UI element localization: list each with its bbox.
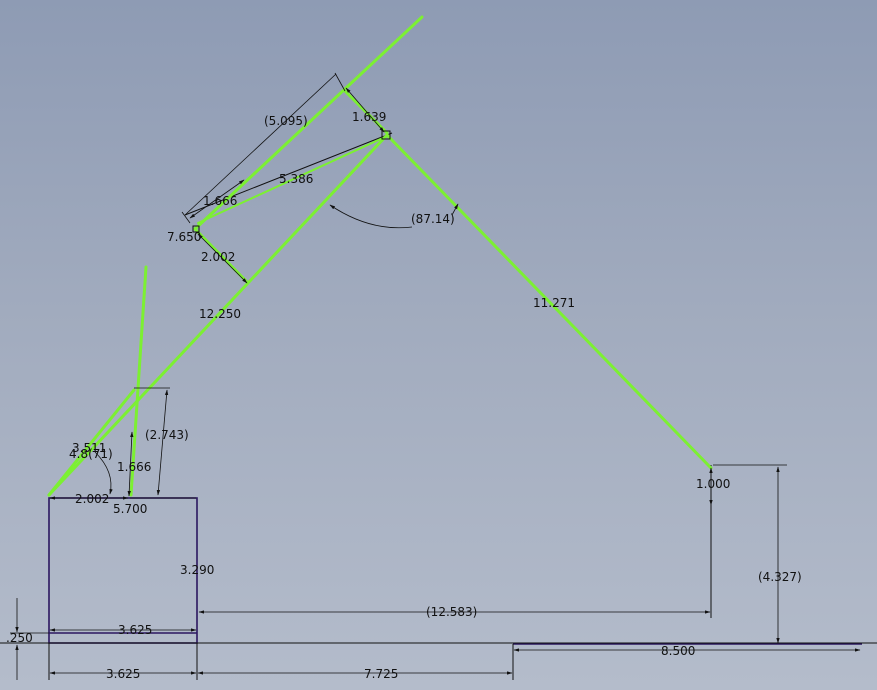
dim-label-1666-low[interactable]: 1.666 [117,460,151,474]
dim-label-3625-upper[interactable]: 3.625 [118,623,152,637]
dim-label-2002-low[interactable]: 2.002 [75,492,109,506]
dim-label-0250[interactable]: .250 [6,631,33,645]
dim-label-4327[interactable]: (4.327) [758,570,802,584]
dim-label-7725[interactable]: 7.725 [364,667,398,681]
dim-label-7650[interactable]: 7.650 [167,230,201,244]
base-rectangle[interactable] [48,497,198,644]
dim-label-5095[interactable]: (5.095) [264,114,308,128]
dim-label-8500[interactable]: 8.500 [661,644,695,658]
base-profile[interactable] [48,497,862,645]
cad-sketch-canvas[interactable]: (5.095) 1.639 1.666 5.386 (87.14) 7.650 … [0,0,877,690]
sketch-drawing[interactable]: (5.095) 1.639 1.666 5.386 (87.14) 7.650 … [0,0,877,690]
dim-label-4871[interactable]: 4.8(71) [69,447,113,461]
dim-line-2743 [156,389,169,496]
dim-label-1639[interactable]: 1.639 [352,110,386,124]
dim-label-12583[interactable]: (12.583) [426,605,477,619]
highlighted-geometry[interactable] [47,15,713,497]
dim-label-3290[interactable]: 3.290 [180,563,214,577]
dim-label-1666-top[interactable]: 1.666 [203,194,237,208]
dim-label-2002-mid[interactable]: 2.002 [201,250,235,264]
dim-label-1000[interactable]: 1.000 [696,477,730,491]
dimension-labels[interactable]: (5.095) 1.639 1.666 5.386 (87.14) 7.650 … [6,110,802,681]
dim-label-12250[interactable]: 12.250 [199,307,241,321]
dim-arc-8714 [329,204,413,229]
dim-label-8714[interactable]: (87.14) [411,212,455,226]
dim-label-5700[interactable]: 5.700 [113,502,147,516]
dim-label-3625-lower[interactable]: 3.625 [106,667,140,681]
dim-label-5386[interactable]: 5.386 [279,172,313,186]
dim-label-11271[interactable]: 11.271 [533,296,575,310]
dim-label-2743[interactable]: (2.743) [145,428,189,442]
